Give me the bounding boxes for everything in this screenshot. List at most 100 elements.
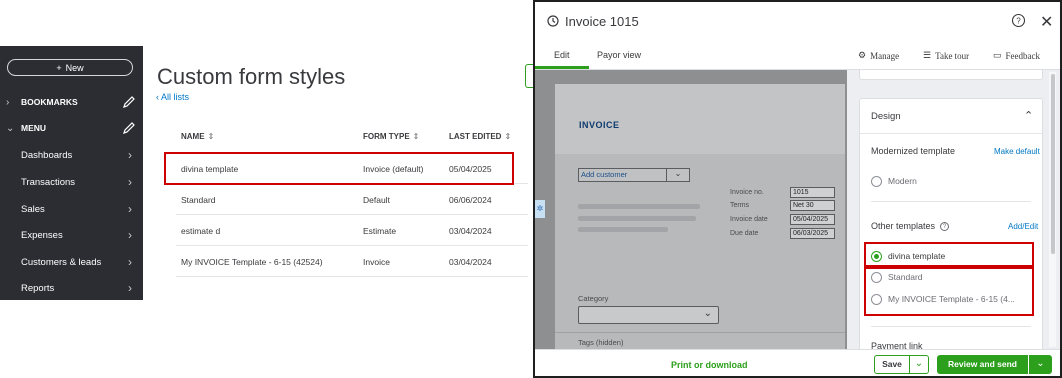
terms-label: Terms: [730, 202, 750, 209]
panel-tabs: Edit Payor view ⚙ Manage ☰ Take tour ▭ Feed…: [535, 42, 1060, 70]
sidebar-item-sales[interactable]: Sales ›: [0, 196, 143, 222]
sort-icon: ⇕: [207, 132, 215, 141]
radio-modern-label: Modern: [888, 176, 917, 186]
close-icon[interactable]: ✕: [1040, 12, 1053, 32]
invoice-date-field[interactable]: 05/04/2025: [790, 214, 835, 225]
chevron-right-icon: ›: [128, 202, 132, 216]
settings-gear-icon[interactable]: ✲: [535, 200, 545, 218]
left-nav-sidebar: + New › BOOKMARKS ⌄ MENU Dashboards › Tr…: [0, 46, 143, 300]
add-customer-label: Add customer: [581, 170, 628, 179]
table-row[interactable]: estimate d Estimate 03/04/2024: [176, 215, 528, 246]
nav-menu-label: MENU: [21, 123, 47, 133]
cell-form-type: Invoice: [363, 257, 390, 267]
invoice-title: Invoice 1015: [565, 14, 639, 29]
column-header-form-type[interactable]: FORM TYPE ⇕: [363, 132, 419, 141]
chevron-down-icon: ⌄: [703, 308, 712, 319]
invoice-no-field[interactable]: 1015: [790, 187, 835, 198]
radio-modern[interactable]: [871, 176, 882, 187]
invoice-no-label: Invoice no.: [730, 189, 764, 196]
sidebar-item-label: Sales: [21, 203, 45, 215]
save-dropdown-button[interactable]: ⌄: [909, 355, 929, 374]
pencil-icon[interactable]: [122, 95, 136, 109]
other-templates-label: Other templates?: [871, 221, 950, 231]
chevron-up-icon: ⌃: [1024, 110, 1034, 122]
nav-bookmarks[interactable]: › BOOKMARKS: [0, 89, 143, 115]
table-row[interactable]: My INVOICE Template - 6-15 (42524) Invoi…: [176, 246, 528, 277]
invoice-header-band: [555, 84, 845, 154]
chevron-right-icon: ›: [6, 96, 10, 108]
panel-footer: Print or download Save ⌄ Review and send…: [535, 349, 1060, 376]
save-button[interactable]: Save: [874, 355, 910, 374]
new-button-label: New: [65, 62, 84, 73]
highlight-box: [864, 267, 1034, 316]
design-card: Design ⌃ Modernized template Make defaul…: [859, 98, 1043, 358]
feedback-button[interactable]: ▭ Feedback: [993, 50, 1040, 61]
new-button[interactable]: + New: [7, 59, 133, 76]
make-default-link[interactable]: Make default: [994, 147, 1040, 156]
sidebar-item-label: Expenses: [21, 229, 63, 241]
tab-edit[interactable]: Edit: [554, 50, 570, 60]
add-customer-select[interactable]: Add customer ⌄: [578, 168, 690, 182]
tour-icon: ☰: [923, 50, 932, 60]
manage-button[interactable]: ⚙ Manage: [858, 50, 899, 61]
sidebar-item-expenses[interactable]: Expenses ›: [0, 222, 143, 248]
svg-text:?: ?: [1016, 17, 1021, 26]
tab-payor-view[interactable]: Payor view: [597, 50, 641, 60]
design-panel: Design ⌃ Modernized template Make defaul…: [847, 70, 1060, 358]
chevron-down-icon: ⌄: [666, 169, 689, 181]
nav-bookmarks-label: BOOKMARKS: [21, 97, 78, 107]
invoice-panel: Invoice 1015 ? ✕ Edit Payor view ⚙ Manage…: [533, 0, 1062, 378]
divider: [860, 133, 1042, 134]
due-date-label: Due date: [730, 230, 759, 237]
highlight-box: [864, 242, 1034, 267]
plus-icon: +: [56, 62, 62, 73]
chevron-right-icon: ›: [128, 281, 132, 295]
divider: [871, 326, 1031, 327]
design-title: Design: [871, 111, 901, 122]
take-tour-button[interactable]: ☰ Take tour: [923, 50, 969, 61]
info-icon[interactable]: ?: [940, 222, 950, 231]
table-row[interactable]: Standard Default 06/06/2024: [176, 184, 528, 215]
chevron-down-icon: ⌄: [6, 122, 15, 134]
cell-name: Standard: [181, 195, 216, 205]
history-icon[interactable]: [546, 14, 560, 28]
invoice-preview: ✲ INVOICE Add customer ⌄ Invoice no. 101…: [535, 70, 847, 349]
chevron-right-icon: ›: [128, 148, 132, 162]
gear-icon: ⚙: [858, 50, 867, 60]
invoice-date-label: Invoice date: [730, 216, 768, 223]
review-send-button[interactable]: Review and send: [937, 355, 1028, 374]
sidebar-item-reports[interactable]: Reports ›: [0, 275, 143, 301]
category-select[interactable]: ⌄: [578, 306, 719, 324]
comment-icon: ▭: [993, 50, 1002, 60]
terms-field[interactable]: Net 30: [790, 200, 835, 211]
column-header-last-edited[interactable]: LAST EDITED ⇕: [449, 132, 511, 141]
sidebar-item-customers-leads[interactable]: Customers & leads ›: [0, 249, 143, 275]
divider: [555, 332, 845, 333]
placeholder-line: [578, 204, 700, 209]
cell-last-edited: 03/04/2024: [449, 226, 492, 236]
chevron-right-icon: ›: [128, 175, 132, 189]
category-label: Category: [578, 294, 609, 303]
chevron-left-icon: ‹: [156, 92, 159, 102]
tags-label: Tags (hidden): [578, 338, 624, 347]
card-edge: [859, 70, 1043, 80]
sidebar-item-dashboards[interactable]: Dashboards ›: [0, 142, 143, 168]
help-icon[interactable]: ?: [1011, 13, 1026, 28]
chevron-down-icon: ⌄: [914, 358, 924, 369]
chevron-down-icon: ⌄: [1036, 358, 1045, 369]
all-lists-link[interactable]: ‹ All lists: [156, 92, 189, 102]
cell-form-type: Default: [363, 195, 390, 205]
cell-last-edited: 03/04/2024: [449, 257, 492, 267]
cell-form-type: Estimate: [363, 226, 397, 236]
add-edit-link[interactable]: Add/Edit: [1008, 222, 1038, 231]
pencil-icon[interactable]: [122, 121, 136, 135]
scrollbar-thumb[interactable]: [1051, 74, 1055, 254]
send-dropdown-button[interactable]: ⌄: [1029, 355, 1052, 374]
print-download-link[interactable]: Print or download: [671, 360, 748, 370]
sidebar-item-transactions[interactable]: Transactions ›: [0, 169, 143, 195]
nav-menu[interactable]: ⌄ MENU: [0, 115, 143, 141]
cell-name: My INVOICE Template - 6-15 (42524): [181, 257, 323, 267]
sidebar-item-label: Reports: [21, 282, 55, 294]
due-date-field[interactable]: 06/03/2025: [790, 228, 835, 239]
column-header-name[interactable]: NAME ⇕: [181, 132, 214, 141]
